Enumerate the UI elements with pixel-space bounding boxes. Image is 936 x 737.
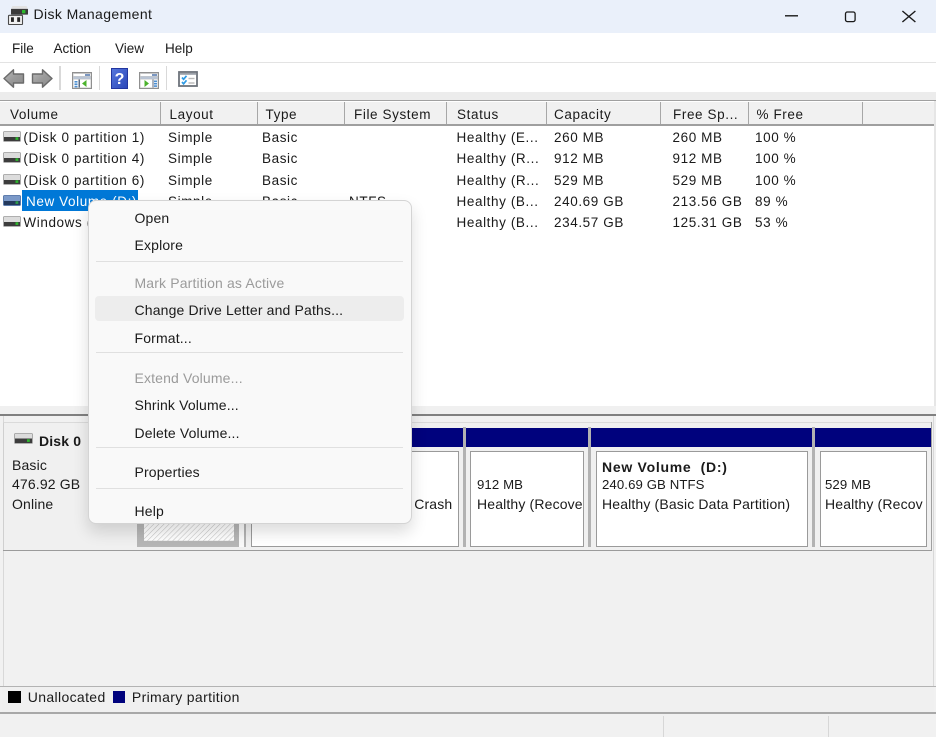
svg-text:?: ? [115,71,125,88]
